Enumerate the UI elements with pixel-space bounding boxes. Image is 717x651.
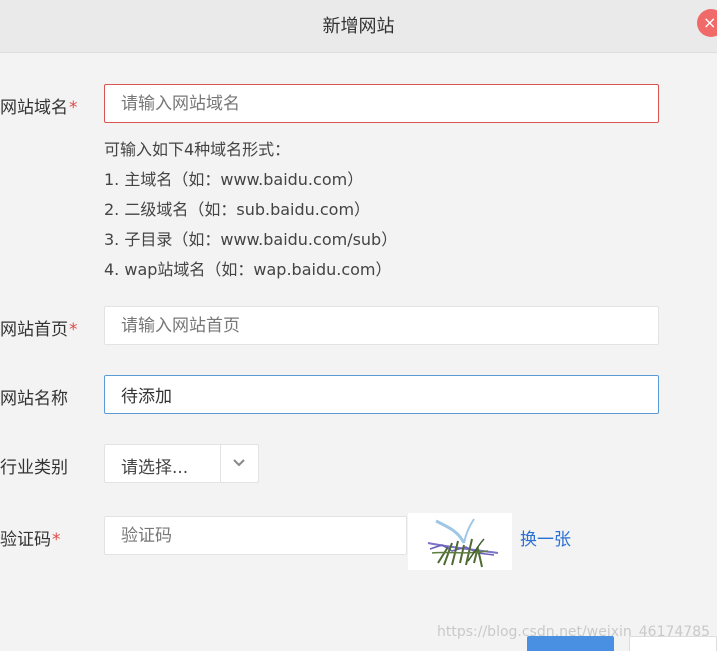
cancel-button[interactable] [629, 636, 717, 651]
domain-hint-line: 4. wap站域名（如：wap.baidu.com） [104, 260, 392, 279]
homepage-label: 网站首页* [0, 315, 78, 340]
dialog-header: 新增网站 × [0, 0, 717, 53]
close-icon: × [703, 13, 717, 32]
site-name-input[interactable] [104, 375, 659, 414]
homepage-input[interactable] [104, 306, 659, 345]
industry-select[interactable]: 请选择... [104, 444, 259, 483]
captcha-input[interactable] [104, 516, 407, 555]
dropdown-toggle[interactable] [220, 445, 258, 482]
captcha-image[interactable] [408, 513, 512, 570]
required-mark: * [69, 98, 78, 118]
confirm-button[interactable] [527, 636, 614, 651]
domain-hint-line: 1. 主域名（如：www.baidu.com） [104, 170, 364, 189]
required-mark: * [69, 320, 78, 340]
site-name-label: 网站名称 [0, 389, 68, 409]
homepage-label-text: 网站首页 [0, 320, 68, 340]
close-button[interactable]: × [697, 9, 717, 37]
dialog-title: 新增网站 [322, 16, 395, 37]
captcha-label-text: 验证码 [0, 530, 51, 550]
domain-hint-line: 2. 二级域名（如：sub.baidu.com） [104, 200, 371, 219]
domain-hint-line: 可输入如下4种域名形式： [104, 140, 291, 159]
required-mark: * [52, 530, 61, 550]
industry-label: 行业类别 [0, 458, 68, 478]
refresh-captcha-link[interactable]: 换一张 [520, 525, 571, 550]
chevron-down-icon [233, 459, 245, 467]
add-website-dialog: 新增网站 × 网站域名* 可输入如下4种域名形式： 1. 主域名（如：www.b… [0, 0, 717, 651]
domain-label: 网站域名* [0, 93, 78, 118]
domain-label-text: 网站域名 [0, 98, 68, 118]
domain-input[interactable] [104, 84, 659, 123]
domain-hint-line: 3. 子目录（如：www.baidu.com/sub） [104, 230, 398, 249]
industry-select-value: 请选择... [121, 458, 189, 478]
captcha-label: 验证码* [0, 525, 61, 550]
